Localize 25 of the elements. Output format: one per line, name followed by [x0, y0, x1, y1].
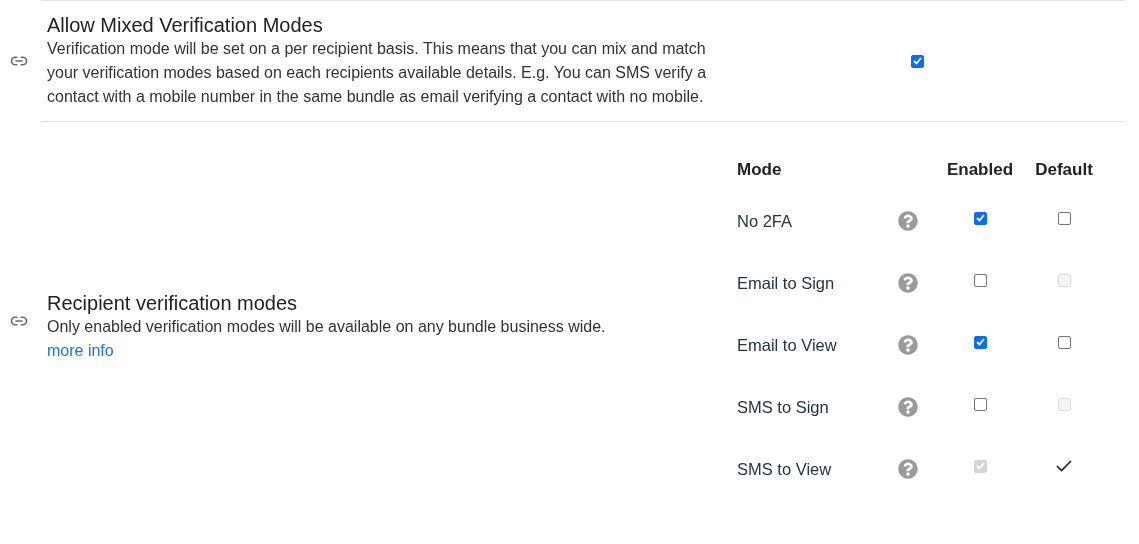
help-icon[interactable]: [898, 335, 918, 355]
checkbox[interactable]: [1057, 335, 1071, 349]
checkbox[interactable]: [973, 273, 987, 287]
column-header: Default: [1035, 159, 1093, 182]
help-icon[interactable]: [898, 397, 918, 417]
setting-title: Recipient verification modes: [47, 291, 299, 315]
checkbox[interactable]: [973, 211, 987, 225]
checkbox[interactable]: [1057, 211, 1071, 225]
mode-label: No 2FA: [737, 210, 794, 232]
mode-label: SMS to Sign: [737, 396, 830, 418]
mode-label: SMS to View: [737, 458, 833, 480]
help-icon[interactable]: [898, 211, 918, 231]
checkbox[interactable]: [973, 397, 987, 411]
checkbox[interactable]: [911, 54, 924, 68]
help-icon[interactable]: [898, 273, 918, 293]
checkbox[interactable]: [973, 335, 987, 349]
mode-label: Email to Sign: [737, 272, 836, 294]
setting-title: Allow Mixed Verification Modes: [47, 13, 324, 37]
setting-description: Verification mode will be set on a per recipient basis. This means that you can mix and match your verification modes based on each recipients available details. E.g. You can SMS verify a contact with a mobile number in the same bundle as email verifying a contact with no mobile.: [47, 39, 707, 107]
column-header: Enabled: [946, 159, 1014, 182]
help-icon[interactable]: [898, 459, 918, 479]
column-header: Mode: [737, 159, 783, 182]
more-info-link[interactable]: more info: [47, 342, 114, 359]
mode-label: Email to View: [737, 334, 838, 356]
setting-description: Only enabled verification modes will be available on any bundle business wide.: [47, 317, 607, 337]
